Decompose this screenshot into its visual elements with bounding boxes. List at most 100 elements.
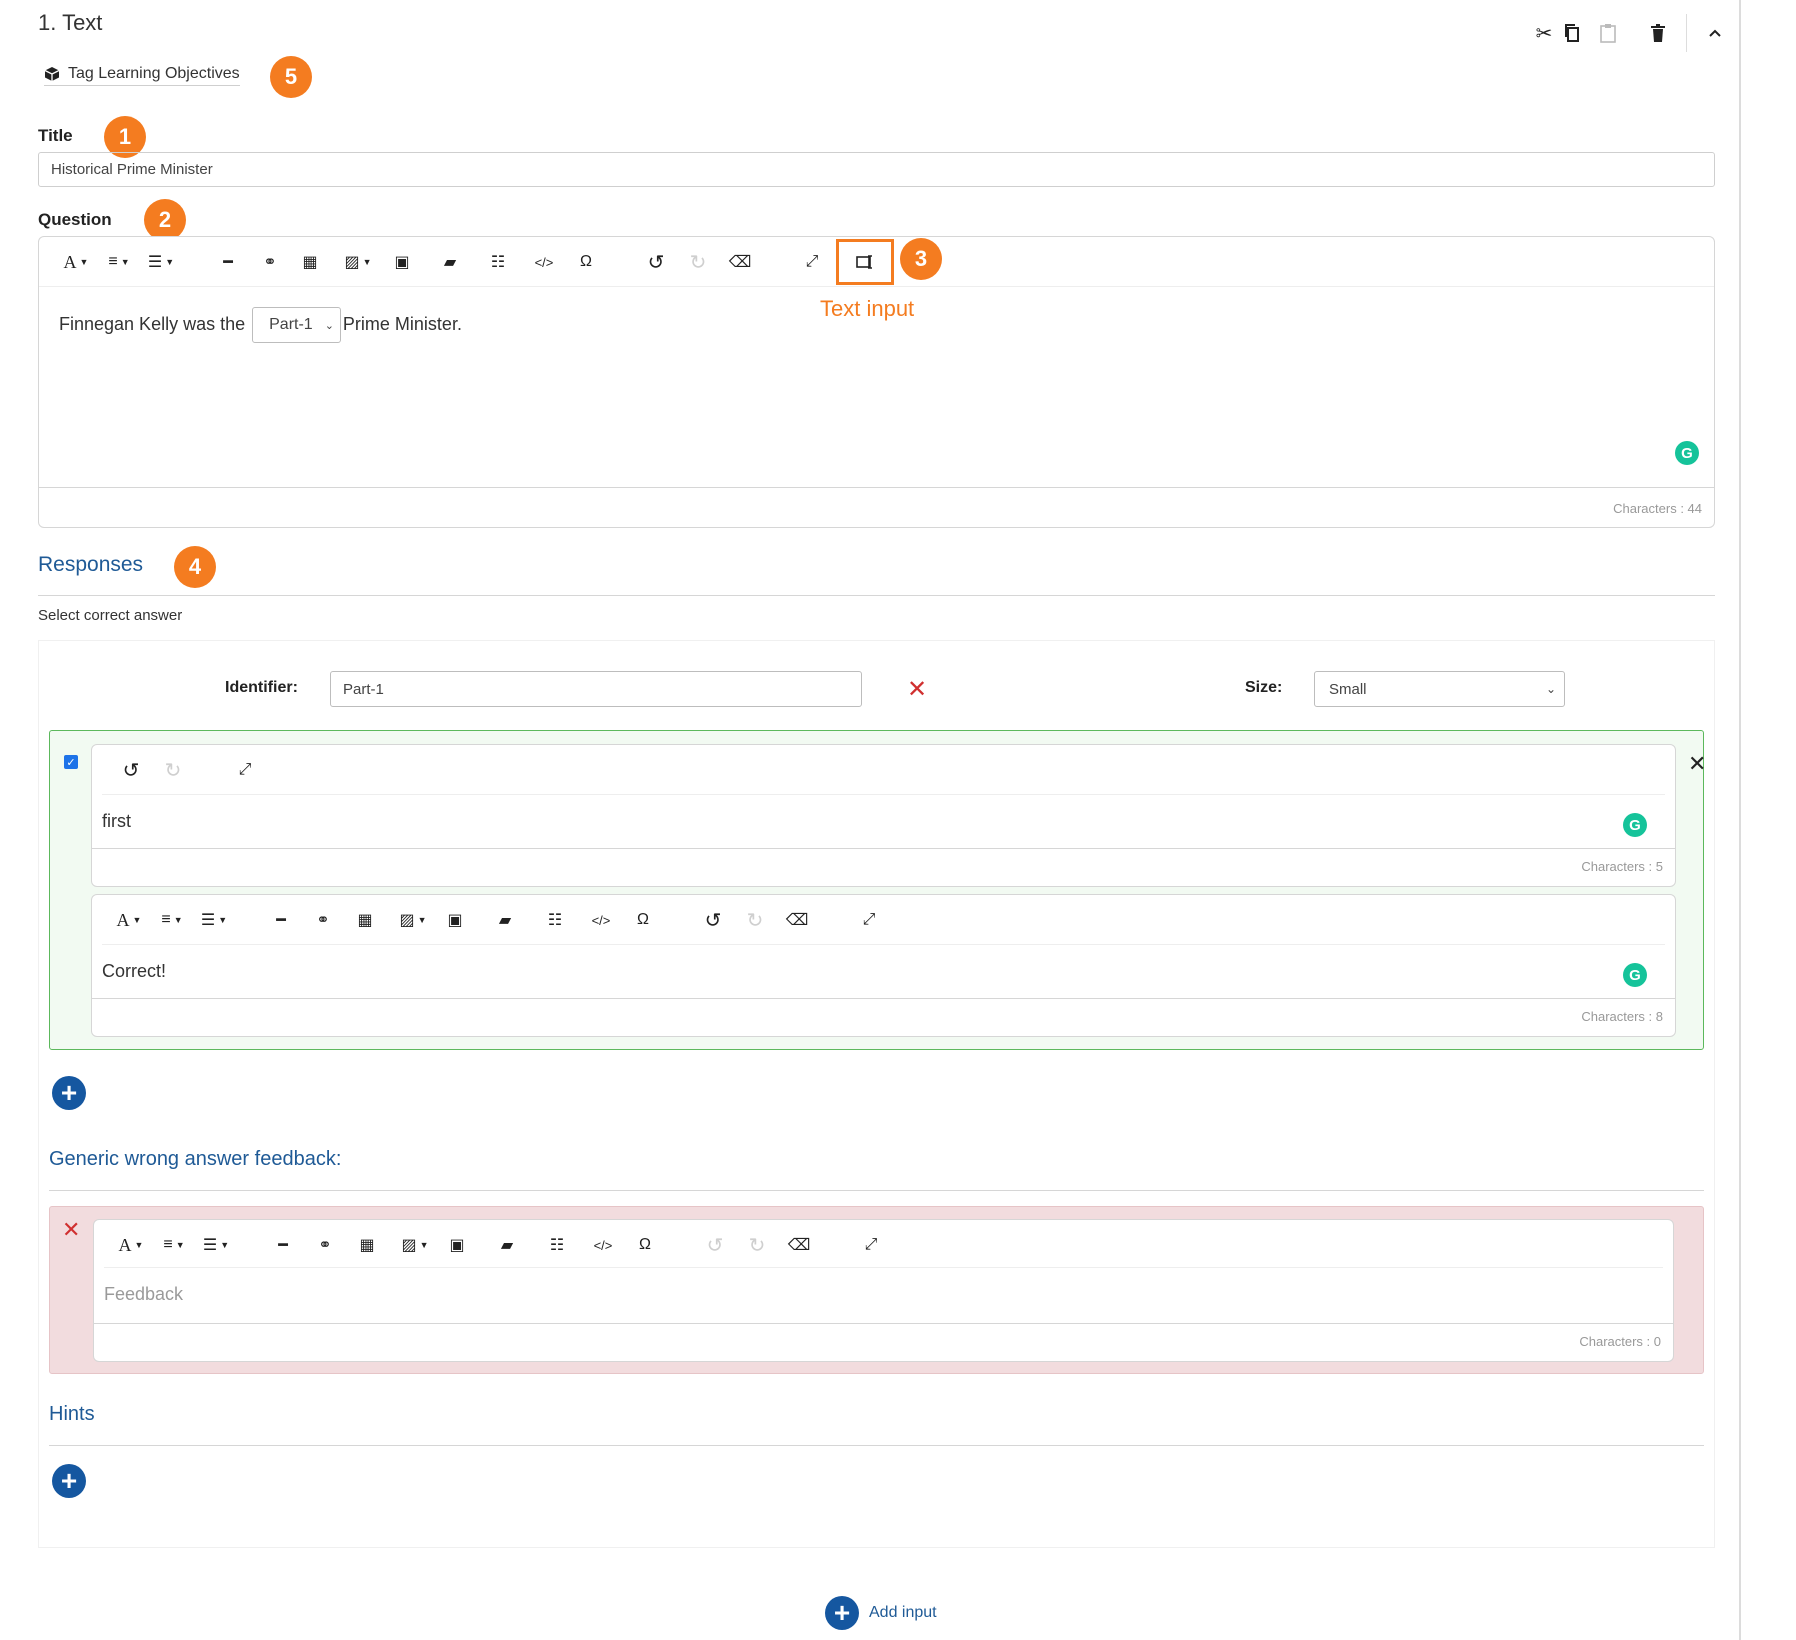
checklist-icon[interactable]: ☷ <box>544 1220 570 1270</box>
scissors-icon[interactable]: ✂ <box>1530 19 1558 47</box>
add-input-button[interactable]: + Add input <box>825 1596 937 1630</box>
generic-feedback-divider <box>49 1190 1704 1191</box>
size-select[interactable]: Small ⌄ <box>1314 671 1565 707</box>
eraser-icon[interactable]: ⌫ <box>784 895 810 945</box>
table-icon[interactable]: ▦ <box>297 237 323 287</box>
question-toolbar: A ▼ ≡ ▼ ☰ ▼ ━ ⚭ ▦ ▨ ▼ ▣ ▰ ☷ </> Ω ↺ ↻ ⌫ ⤢ <box>39 237 1714 287</box>
scrollbar-track <box>1739 0 1741 1640</box>
generic-feedback-heading: Generic wrong answer feedback: <box>49 1148 342 1170</box>
code-icon[interactable]: </> <box>586 895 616 945</box>
undo-icon[interactable]: ↺ <box>118 745 144 795</box>
eraser-icon[interactable]: ⌫ <box>727 237 753 287</box>
feedback-placeholder[interactable]: Feedback <box>104 1284 183 1305</box>
responses-panel: Identifier: Part-1 ✕ Size: Small ⌄ ✓ ✕ ↺… <box>38 640 1715 1548</box>
add-hint-button[interactable]: + <box>52 1464 86 1498</box>
question-text-after: Prime Minister. <box>342 313 462 334</box>
table-icon[interactable]: ▦ <box>352 895 378 945</box>
redo-icon[interactable]: ↻ <box>744 1220 770 1270</box>
answer-text[interactable]: first <box>102 811 131 832</box>
fullscreen-icon[interactable]: ⤢ <box>858 1220 884 1270</box>
undo-icon[interactable]: ↺ <box>702 1220 728 1270</box>
title-input[interactable]: Historical Prime Minister <box>38 152 1715 187</box>
hints-divider <box>49 1445 1704 1446</box>
answer-footer-divider <box>92 848 1675 849</box>
select-correct-instruction: Select correct answer <box>38 607 183 624</box>
fullscreen-icon[interactable]: ⤢ <box>799 237 825 287</box>
part-1-dropdown[interactable]: Part-1 ⌄ <box>252 307 341 343</box>
font-icon[interactable]: A ▼ <box>114 1220 148 1270</box>
paste-icon[interactable] <box>1594 19 1622 47</box>
correct-answer-checkbox[interactable]: ✓ <box>64 755 78 769</box>
list-icon[interactable]: ☰ ▼ <box>143 237 179 287</box>
font-icon[interactable]: A ▼ <box>59 237 93 287</box>
trash-icon[interactable] <box>1644 19 1672 47</box>
plus-icon: + <box>825 1596 859 1630</box>
question-body[interactable]: Finnegan Kelly was the Part-1 ⌄ Prime Mini… <box>59 307 462 343</box>
checklist-icon[interactable]: ☷ <box>542 895 568 945</box>
checklist-icon[interactable]: ☷ <box>485 237 511 287</box>
feedback-text[interactable]: Correct! <box>102 961 166 982</box>
code-icon[interactable]: </> <box>529 237 559 287</box>
step-badge-4: 4 <box>174 546 216 588</box>
feedback-character-count: Characters : 8 <box>1581 1009 1663 1024</box>
step-badge-5: 5 <box>270 56 312 98</box>
redo-icon[interactable]: ↻ <box>160 745 186 795</box>
question-label: Question <box>38 210 112 229</box>
redo-icon[interactable]: ↻ <box>742 895 768 945</box>
tag-learning-objectives-link[interactable]: Tag Learning Objectives <box>44 65 240 86</box>
align-icon[interactable]: ≡ ▼ <box>154 895 190 945</box>
omega-icon[interactable]: Ω <box>573 237 599 287</box>
grammarly-icon[interactable]: G <box>1623 963 1647 987</box>
align-icon[interactable]: ≡ ▼ <box>101 237 137 287</box>
horizontal-rule-icon[interactable]: ━ <box>268 895 294 945</box>
title-label: Title <box>38 126 73 145</box>
chevron-up-icon[interactable] <box>1701 19 1729 47</box>
identifier-label: Identifier: <box>225 679 298 696</box>
omega-icon[interactable]: Ω <box>632 1220 658 1270</box>
horizontal-rule-icon[interactable]: ━ <box>215 237 241 287</box>
identifier-input[interactable]: Part-1 <box>330 671 862 707</box>
answer-toolbar: ↺ ↻ ⤢ <box>102 745 1665 795</box>
horizontal-rule-icon[interactable]: ━ <box>270 1220 296 1270</box>
redo-icon[interactable]: ↻ <box>685 237 711 287</box>
fullscreen-icon[interactable]: ⤢ <box>232 745 258 795</box>
link-icon[interactable]: ⚭ <box>257 237 283 287</box>
text-box-icon[interactable]: ▣ <box>389 237 415 287</box>
wrong-answer-block: ✕ A ▼ ≡ ▼ ☰ ▼ ━ ⚭ ▦ ▨ ▼ ▣ ▰ ☷ </> Ω ↺ ↻ ⌫ ⤢ … <box>49 1206 1704 1374</box>
table-icon[interactable]: ▦ <box>354 1220 380 1270</box>
add-response-button[interactable]: + <box>52 1076 86 1110</box>
tag-learning-objectives-label: Tag Learning Objectives <box>68 65 240 82</box>
book-icon[interactable]: ▰ <box>494 1220 520 1270</box>
book-icon[interactable]: ▰ <box>437 237 463 287</box>
remove-feedback-icon[interactable]: ✕ <box>62 1217 80 1243</box>
add-input-label: Add input <box>869 1604 937 1621</box>
book-icon[interactable]: ▰ <box>492 895 518 945</box>
step-badge-3: 3 <box>900 238 942 280</box>
image-icon[interactable]: ▨ ▼ <box>398 1220 432 1270</box>
undo-icon[interactable]: ↺ <box>643 237 669 287</box>
list-icon[interactable]: ☰ ▼ <box>196 895 232 945</box>
question-editor: A ▼ ≡ ▼ ☰ ▼ ━ ⚭ ▦ ▨ ▼ ▣ ▰ ☷ </> Ω ↺ ↻ ⌫ ⤢ Fi… <box>38 236 1715 528</box>
copy-icon[interactable] <box>1558 19 1586 47</box>
text-input-icon[interactable] <box>836 239 894 285</box>
grammarly-icon[interactable]: G <box>1623 813 1647 837</box>
image-icon[interactable]: ▨ ▼ <box>341 237 375 287</box>
link-icon[interactable]: ⚭ <box>312 1220 338 1270</box>
item-title: 1. Text <box>38 10 103 35</box>
image-icon[interactable]: ▨ ▼ <box>396 895 430 945</box>
text-box-icon[interactable]: ▣ <box>444 1220 470 1270</box>
grammarly-icon[interactable]: G <box>1675 441 1699 465</box>
size-label: Size: <box>1245 679 1283 696</box>
text-box-icon[interactable]: ▣ <box>442 895 468 945</box>
font-icon[interactable]: A ▼ <box>112 895 146 945</box>
omega-icon[interactable]: Ω <box>630 895 656 945</box>
align-icon[interactable]: ≡ ▼ <box>156 1220 192 1270</box>
eraser-icon[interactable]: ⌫ <box>786 1220 812 1270</box>
undo-icon[interactable]: ↺ <box>700 895 726 945</box>
remove-identifier-icon[interactable]: ✕ <box>907 675 927 704</box>
fullscreen-icon[interactable]: ⤢ <box>856 895 882 945</box>
close-icon[interactable]: ✕ <box>1688 751 1706 777</box>
code-icon[interactable]: </> <box>588 1220 618 1270</box>
link-icon[interactable]: ⚭ <box>310 895 336 945</box>
list-icon[interactable]: ☰ ▼ <box>198 1220 234 1270</box>
